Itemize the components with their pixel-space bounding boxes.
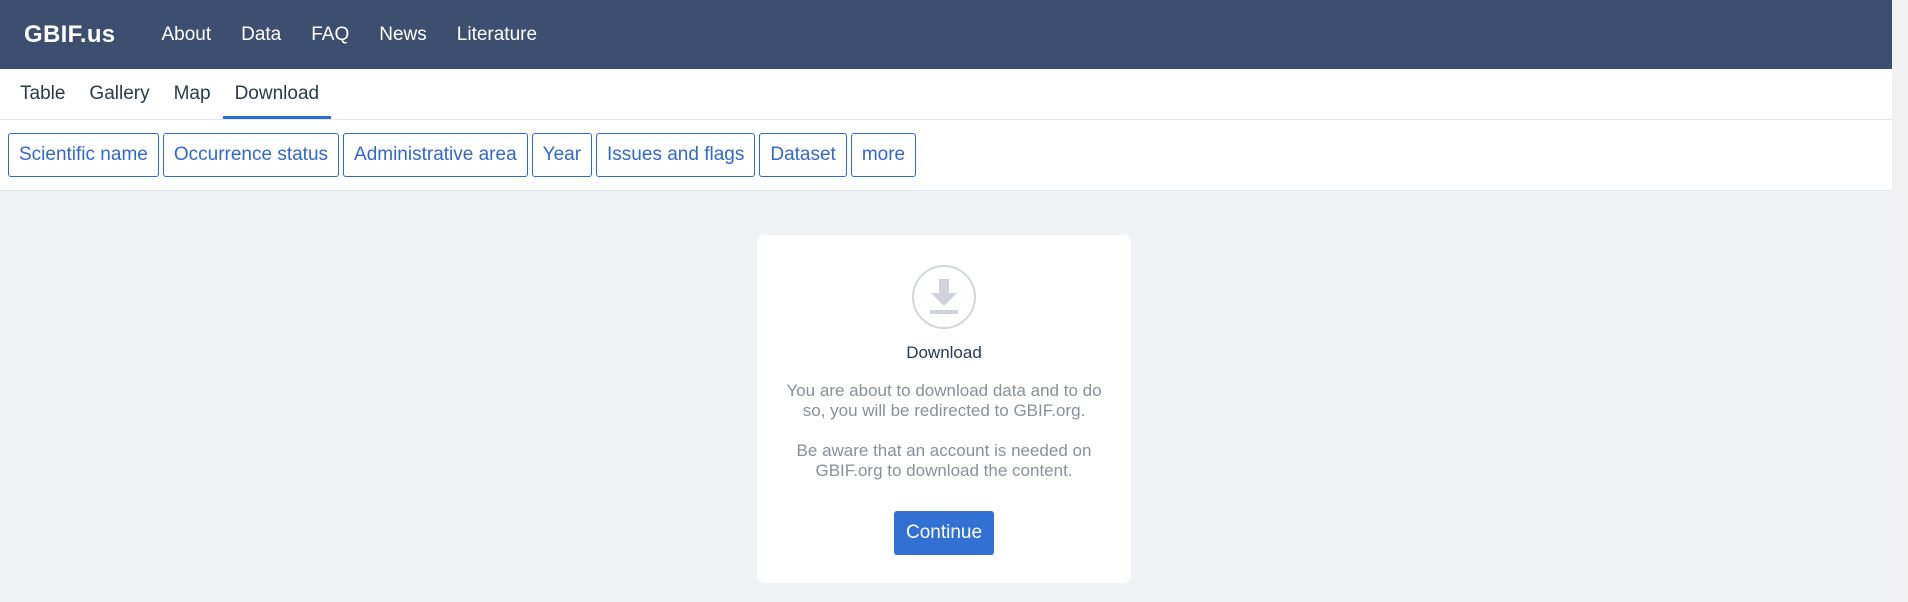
nav-link-about[interactable]: About bbox=[161, 24, 211, 46]
page-scrollbar[interactable] bbox=[1892, 0, 1908, 602]
filter-year-button[interactable]: Year bbox=[531, 133, 593, 177]
nav-link-literature[interactable]: Literature bbox=[457, 24, 537, 46]
brand-logo[interactable]: GBIF.us bbox=[24, 21, 115, 49]
filter-dataset-button[interactable]: Dataset bbox=[759, 133, 847, 177]
nav-link-news[interactable]: News bbox=[379, 24, 427, 46]
filter-more-button[interactable]: more bbox=[850, 133, 917, 177]
continue-button[interactable]: Continue bbox=[893, 511, 995, 555]
tab-table[interactable]: Table bbox=[8, 69, 77, 119]
download-card: Download You are about to download data … bbox=[757, 235, 1131, 583]
filter-administrative-area-button[interactable]: Administrative area bbox=[343, 133, 528, 177]
nav-link-data[interactable]: Data bbox=[241, 24, 281, 46]
filter-scientific-name-button[interactable]: Scientific name bbox=[8, 133, 159, 177]
tab-map[interactable]: Map bbox=[162, 69, 223, 119]
page: GBIF.us About Data FAQ News Literature T… bbox=[0, 0, 1892, 602]
view-tabs: Table Gallery Map Download bbox=[0, 69, 1892, 120]
nav-link-faq[interactable]: FAQ bbox=[311, 24, 349, 46]
filter-bar: Scientific name Occurrence status Admini… bbox=[0, 120, 1892, 191]
tab-gallery[interactable]: Gallery bbox=[77, 69, 161, 119]
filter-occurrence-status-button[interactable]: Occurrence status bbox=[162, 133, 340, 177]
account-notice: Be aware that an account is needed on GB… bbox=[796, 441, 1092, 480]
download-icon bbox=[912, 265, 976, 329]
redirect-notice: You are about to download data and to do… bbox=[786, 381, 1102, 420]
card-title: Download bbox=[906, 343, 982, 362]
top-navigation: GBIF.us About Data FAQ News Literature bbox=[0, 0, 1892, 69]
filter-issues-and-flags-button[interactable]: Issues and flags bbox=[596, 133, 756, 177]
tab-download[interactable]: Download bbox=[222, 69, 332, 119]
